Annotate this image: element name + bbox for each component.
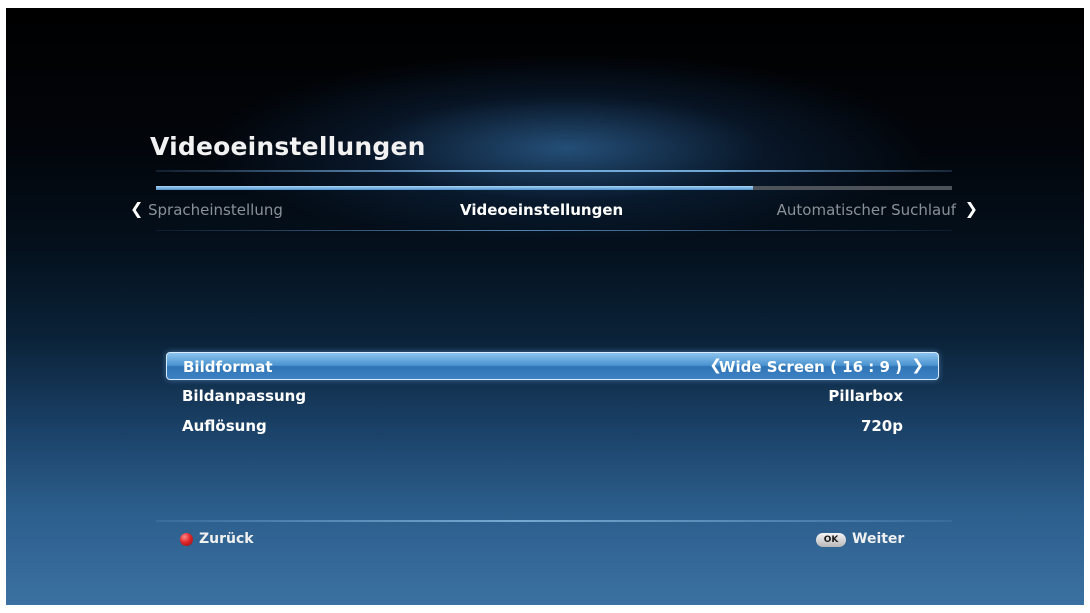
next-label: Weiter (852, 531, 905, 547)
back-label: Zurück (199, 531, 254, 547)
red-button-icon (180, 533, 193, 546)
wizard-progress-bar (156, 186, 952, 190)
setting-label: Bildanpassung (182, 387, 307, 405)
setting-value: 720p (860, 417, 903, 435)
setting-row-bildformat[interactable]: Bildformat ❮ Wide Screen ( 16 : 9 ) ❯ (166, 352, 939, 380)
wizard-step-nav: ❮ Spracheinstellung Videoeinstellungen A… (130, 198, 980, 224)
chevron-right-icon[interactable]: ❯ (965, 199, 978, 218)
setting-row-aufloesung[interactable]: Auflösung 720p (166, 412, 939, 440)
page-title: Videoeinstellungen (150, 132, 426, 161)
tv-screen: Videoeinstellungen ❮ Spracheinstellung V… (6, 8, 1084, 605)
ok-button-icon: OK (816, 533, 846, 547)
chevron-right-icon[interactable]: ❯ (911, 356, 924, 374)
setting-value: Wide Screen ( 16 : 9 ) (718, 358, 902, 376)
wizard-progress-fill (156, 186, 753, 190)
next-action[interactable]: OK Weiter (816, 530, 926, 550)
setting-label: Bildformat (183, 358, 273, 376)
nav-current-step: Videoeinstellungen (460, 201, 624, 219)
nav-next-step[interactable]: Automatischer Suchlauf (777, 201, 956, 219)
nav-divider (156, 230, 952, 231)
nav-prev-step[interactable]: Spracheinstellung (148, 201, 283, 219)
setting-label: Auflösung (182, 417, 267, 435)
footer-divider (156, 520, 952, 522)
title-divider (156, 170, 952, 172)
chevron-left-icon[interactable]: ❮ (130, 199, 143, 218)
setting-value: Pillarbox (828, 387, 903, 405)
setting-row-bildanpassung[interactable]: Bildanpassung Pillarbox (166, 382, 939, 410)
